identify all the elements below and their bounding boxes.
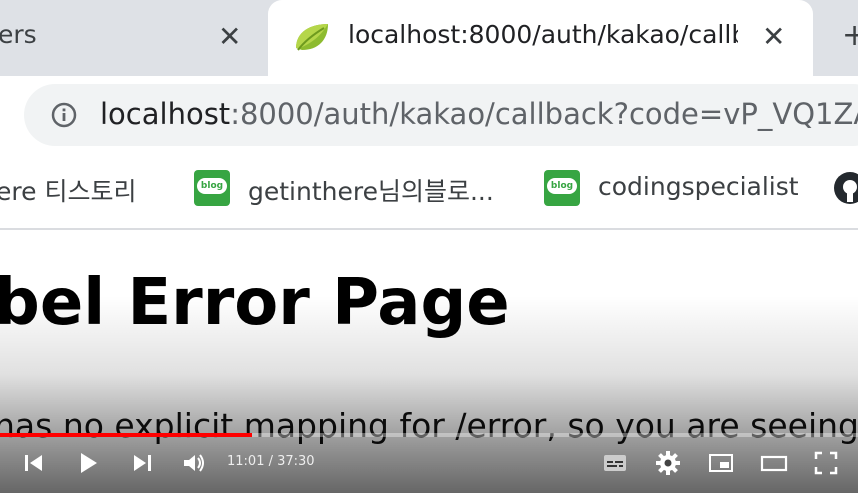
blog-icon: blog — [544, 170, 580, 206]
theater-icon[interactable] — [760, 449, 788, 477]
bookmark-codingspecialist[interactable]: codingspecialist — [598, 172, 799, 201]
tab-strip: ers ✕ localhost:8000/auth/kakao/callback… — [0, 0, 858, 76]
new-tab-button[interactable]: + — [842, 18, 858, 53]
tab-close-icon[interactable]: ✕ — [218, 20, 241, 54]
tab-active[interactable]: localhost:8000/auth/kakao/callback ✕ — [268, 0, 813, 76]
subtitles-icon[interactable] — [601, 449, 629, 477]
error-message: has no explicit mapping for /error, so y… — [0, 406, 858, 445]
tab-close-icon[interactable]: ✕ — [762, 20, 785, 54]
progress-played — [0, 433, 252, 437]
page-heading: bel Error Page — [0, 266, 510, 340]
leaf-icon — [292, 20, 332, 54]
url-text[interactable]: localhost:8000/auth/kakao/callback?code=… — [100, 97, 858, 131]
tab-label: localhost:8000/auth/kakao/callback — [348, 20, 738, 49]
time-display: 11:01 / 37:30 — [227, 454, 315, 469]
info-icon[interactable] — [50, 101, 78, 129]
bookmarks-bar: ere 티스토리 blog getinthere님의블로... blog cod… — [0, 156, 858, 230]
player-controls: 11:01 / 37:30 — [0, 441, 858, 485]
browser-toolbar: localhost:8000/auth/kakao/callback?code=… — [0, 76, 858, 156]
tab-inactive[interactable]: ers ✕ — [0, 0, 262, 76]
previous-icon[interactable] — [20, 449, 48, 477]
progress-bar[interactable] — [0, 433, 858, 437]
url-path: :8000/auth/kakao/callback?code=vP_VQ1ZA — [230, 97, 858, 131]
miniplayer-icon[interactable] — [707, 449, 735, 477]
github-icon[interactable] — [832, 170, 858, 206]
address-bar[interactable]: localhost:8000/auth/kakao/callback?code=… — [24, 84, 858, 146]
tab-label: ers — [0, 20, 37, 49]
settings-icon[interactable] — [654, 449, 682, 477]
bookmark-getinthere[interactable]: getinthere님의블로... — [248, 172, 494, 208]
url-host: localhost — [100, 97, 231, 131]
blog-icon: blog — [194, 170, 230, 206]
bookmark-tistory[interactable]: ere 티스토리 — [0, 172, 136, 208]
fullscreen-icon[interactable] — [812, 449, 840, 477]
volume-icon[interactable] — [180, 449, 208, 477]
play-icon[interactable] — [74, 449, 102, 477]
next-icon[interactable] — [128, 449, 156, 477]
